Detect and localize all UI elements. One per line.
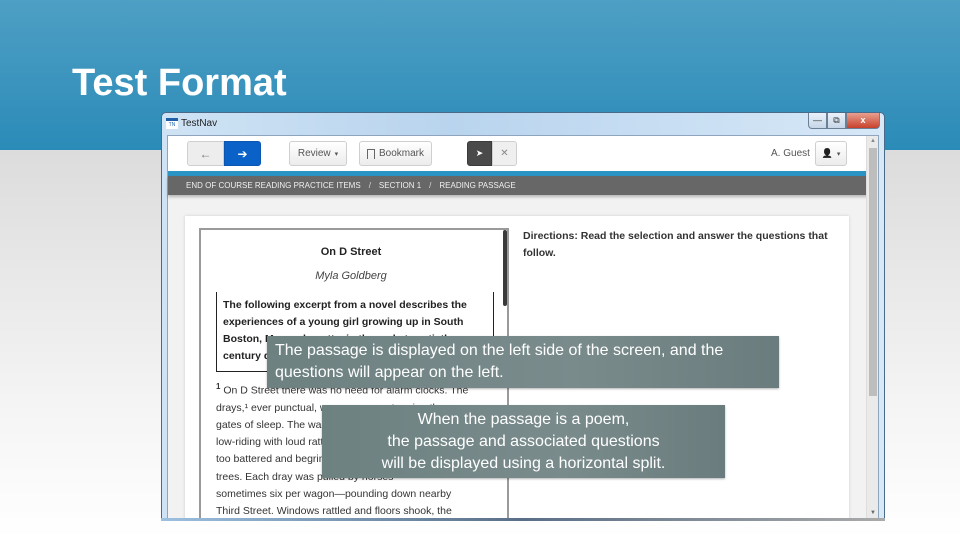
toolbar: ← ➔ Review ▾ Bookmark ➤ ✕ A. Guest 👤 ▾ bbox=[168, 136, 872, 171]
next-button[interactable]: ➔ bbox=[224, 141, 261, 166]
slide-title: Test Format bbox=[72, 62, 287, 104]
caret-down-icon: ▾ bbox=[334, 150, 339, 158]
user-menu-button[interactable]: 👤 ▾ bbox=[815, 141, 847, 166]
breadcrumb-separator: / bbox=[368, 181, 371, 190]
arrow-right-icon: ➔ bbox=[237, 146, 248, 161]
caret-down-icon: ▾ bbox=[836, 150, 841, 158]
breadcrumb-separator: / bbox=[429, 181, 432, 190]
paragraph-number: 1 bbox=[216, 382, 221, 391]
breadcrumb-item: END OF COURSE READING PRACTICE ITEMS bbox=[186, 181, 361, 190]
taskbar-strip bbox=[161, 518, 885, 521]
callout-line: the passage and associated questions bbox=[387, 433, 660, 450]
bookmark-label: Bookmark bbox=[378, 148, 424, 159]
user-name: A. Guest bbox=[771, 148, 810, 159]
review-label: Review bbox=[297, 148, 331, 159]
scroll-up-icon[interactable]: ▲ bbox=[870, 138, 876, 144]
clear-tool-button[interactable]: ✕ bbox=[492, 141, 517, 166]
directions-text: Directions: Read the selection and answe… bbox=[523, 230, 828, 259]
bookmark-icon bbox=[366, 148, 375, 159]
passage-author: Myla Goldberg bbox=[315, 270, 387, 282]
callout-line: will be displayed using a horizontal spl… bbox=[381, 455, 666, 472]
breadcrumb-item: READING PASSAGE bbox=[439, 181, 516, 190]
close-icon: ✕ bbox=[500, 148, 509, 159]
pointer-tool-button[interactable]: ➤ bbox=[467, 141, 492, 166]
scroll-down-icon[interactable]: ▼ bbox=[870, 510, 876, 516]
window-scrollbar[interactable]: ▲ ▼ bbox=[866, 136, 878, 518]
callout-line: When the passage is a poem, bbox=[417, 411, 630, 428]
restore-button[interactable]: ⧉ bbox=[827, 113, 846, 129]
passage-line: Third Street. Windows rattled and floors… bbox=[216, 504, 452, 517]
scroll-thumb[interactable] bbox=[869, 148, 877, 396]
breadcrumb-item: SECTION 1 bbox=[378, 181, 422, 190]
back-button[interactable]: ← bbox=[187, 141, 224, 166]
passage-line: sometimes six per wagon—pounding down ne… bbox=[216, 487, 452, 500]
app-icon: TN bbox=[166, 118, 178, 129]
passage-title: On D Street bbox=[320, 246, 382, 258]
window-titlebar[interactable]: TN TestNav — ⧉ x bbox=[162, 113, 884, 135]
breadcrumb: END OF COURSE READING PRACTICE ITEMS / S… bbox=[168, 176, 872, 195]
window-title: TestNav bbox=[181, 118, 218, 129]
review-dropdown[interactable]: Review ▾ bbox=[289, 141, 347, 166]
callout-poem-layout: When the passage is a poem, the passage … bbox=[322, 405, 725, 478]
window-controls: — ⧉ x bbox=[808, 113, 880, 130]
passage-scrollbar[interactable] bbox=[503, 230, 507, 306]
arrow-left-icon: ← bbox=[199, 146, 212, 161]
callout-passage-layout: The passage is displayed on the left sid… bbox=[267, 336, 779, 388]
user-icon: 👤 bbox=[821, 148, 833, 158]
pointer-icon: ➤ bbox=[475, 148, 484, 158]
bookmark-button[interactable]: Bookmark bbox=[359, 141, 432, 166]
close-window-button[interactable]: x bbox=[846, 113, 880, 129]
minimize-button[interactable]: — bbox=[808, 113, 827, 129]
